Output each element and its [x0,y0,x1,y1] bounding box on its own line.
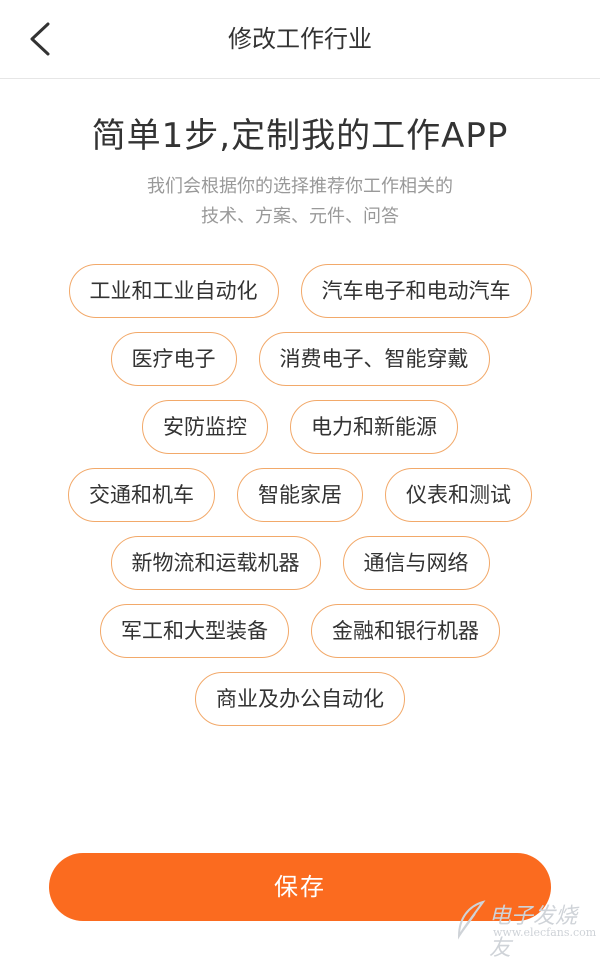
hero-subtitle-line1: 我们会根据你的选择推荐你工作相关的 [147,176,453,197]
nav-bar: 修改工作行业 [0,0,600,79]
industry-tag[interactable]: 新物流和运载机器 [110,536,321,590]
industry-tag[interactable]: 交通和机车 [68,468,215,522]
industry-tag[interactable]: 仪表和测试 [385,468,532,522]
industry-tag[interactable]: 工业和工业自动化 [68,264,279,318]
watermark-url: www.elecfans.com [493,926,597,939]
hero-title: 简单1步,定制我的工作APP [91,116,509,156]
tag-row: 商业及办公自动化 [0,672,600,726]
tag-row: 医疗电子 消费电子、智能穿戴 [0,332,600,386]
watermark-logo: 电子发烧友 www.elecfans.com [455,896,597,961]
industry-tag[interactable]: 医疗电子 [110,332,237,386]
tag-row: 交通和机车 智能家居 仪表和测试 [0,468,600,522]
tag-row: 安防监控 电力和新能源 [0,400,600,454]
industry-tag[interactable]: 安防监控 [142,400,268,454]
hero-subtitle-line2: 技术、方案、元件、问答 [201,206,399,227]
industry-tag[interactable]: 军工和大型装备 [100,604,289,658]
industry-tag-list: 工业和工业自动化 汽车电子和电动汽车 医疗电子 消费电子、智能穿戴 安防监控 电… [0,264,600,740]
tag-row: 工业和工业自动化 汽车电子和电动汽车 [0,264,600,318]
tag-row: 新物流和运载机器 通信与网络 [0,536,600,590]
industry-tag[interactable]: 金融和银行机器 [311,604,500,658]
industry-tag[interactable]: 智能家居 [237,468,363,522]
watermark-feather-icon [457,900,486,940]
tag-row: 军工和大型装备 金融和银行机器 [0,604,600,658]
industry-tag[interactable]: 汽车电子和电动汽车 [300,264,532,318]
industry-tag[interactable]: 消费电子、智能穿戴 [258,332,490,386]
industry-tag[interactable]: 通信与网络 [342,536,490,590]
industry-tag[interactable]: 电力和新能源 [290,400,458,454]
industry-tag[interactable]: 商业及办公自动化 [195,672,405,726]
page-title: 修改工作行业 [228,25,372,53]
